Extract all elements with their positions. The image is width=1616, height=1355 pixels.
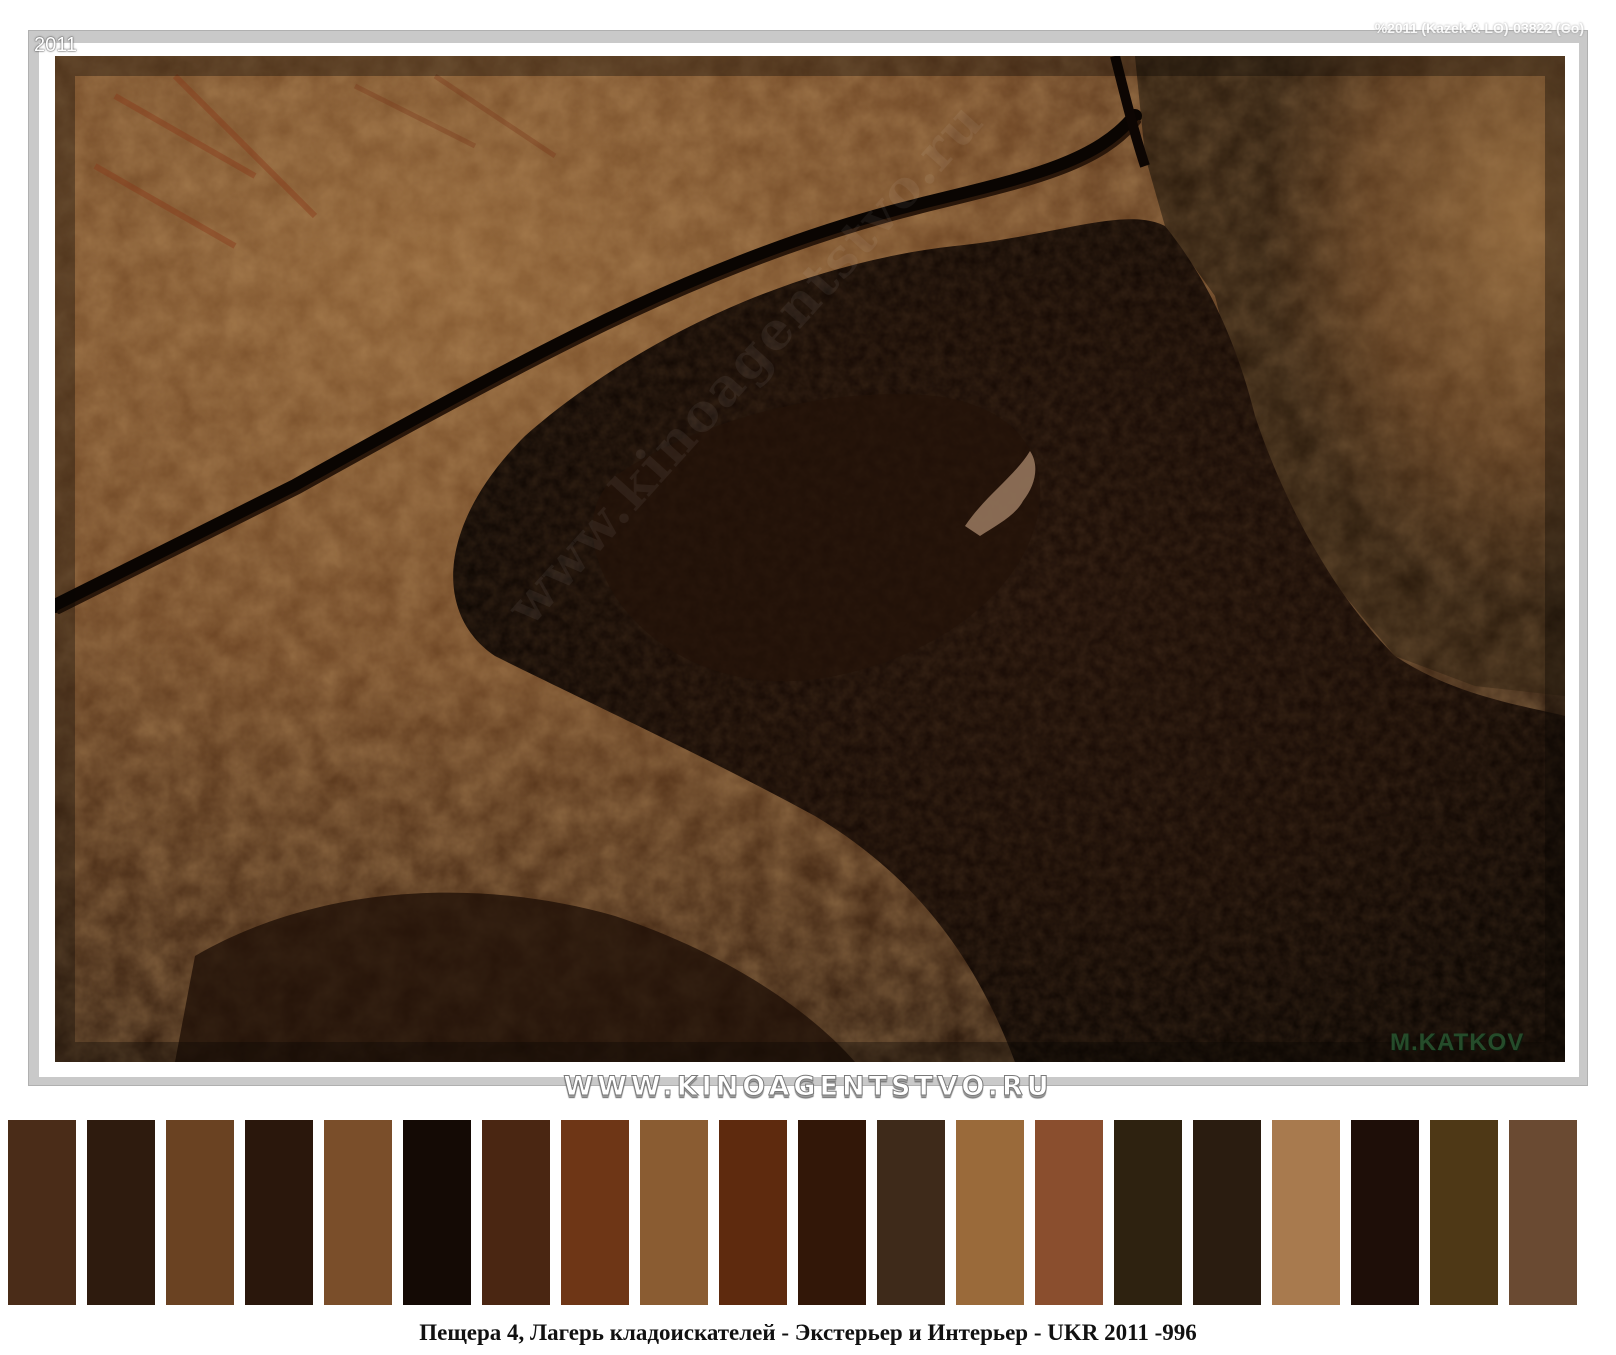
palette-swatch (8, 1120, 76, 1305)
cave-photo: www.kinoagentstvo.ru (55, 56, 1565, 1062)
image-caption: Пещера 4, Лагерь кладоискателей - Экстер… (419, 1320, 1197, 1345)
palette-swatch (877, 1120, 945, 1305)
palette-swatch (1035, 1120, 1103, 1305)
palette-swatch (1430, 1120, 1498, 1305)
palette-swatch (403, 1120, 471, 1305)
palette-swatch (719, 1120, 787, 1305)
palette-swatch (1351, 1120, 1419, 1305)
palette-swatch (1114, 1120, 1182, 1305)
photo-copyright: %2011 (Kazek & LO)-03822 (Co) (1374, 20, 1584, 36)
palette-swatch (561, 1120, 629, 1305)
palette-swatch (482, 1120, 550, 1305)
cave-photo-image (55, 56, 1565, 1062)
website-banner: WWW.KINOAGENTSTVO.RU (563, 1071, 1053, 1103)
palette-swatch (87, 1120, 155, 1305)
palette-swatch (798, 1120, 866, 1305)
palette-swatch (166, 1120, 234, 1305)
palette-swatch (640, 1120, 708, 1305)
photo-year: 2011 (34, 34, 78, 56)
palette-swatch (1272, 1120, 1340, 1305)
photo-frame: www.kinoagentstvo.ru (28, 30, 1588, 1086)
palette-swatch (1193, 1120, 1261, 1305)
palette-swatch (245, 1120, 313, 1305)
palette-swatch (956, 1120, 1024, 1305)
photographer-signature: M.KATKOV (1390, 1029, 1525, 1056)
color-palette (8, 1120, 1616, 1305)
palette-swatch (1509, 1120, 1577, 1305)
palette-swatch (324, 1120, 392, 1305)
